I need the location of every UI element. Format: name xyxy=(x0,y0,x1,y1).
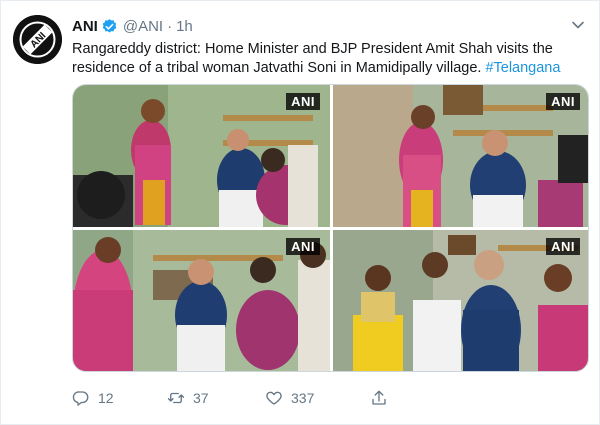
tweet-header: ANI @ANI · 1h xyxy=(72,16,193,36)
tweet-card[interactable]: ANI ANI @ANI · 1h Rangareddy district: H… xyxy=(0,0,600,425)
heart-icon xyxy=(266,391,282,405)
retweet-icon xyxy=(167,392,185,404)
watermark-ani: ANI xyxy=(286,93,320,110)
watermark-ani: ANI xyxy=(546,93,580,110)
separator-dot: · xyxy=(167,17,173,35)
chevron-down-icon[interactable] xyxy=(571,18,585,32)
share-icon xyxy=(372,390,386,405)
tweet-text: Rangareddy district: Home Minister and B… xyxy=(72,40,582,78)
verified-badge-icon xyxy=(101,18,118,35)
display-name[interactable]: ANI xyxy=(72,18,98,35)
avatar[interactable]: ANI xyxy=(13,15,62,64)
retweet-button[interactable]: 37 xyxy=(167,389,265,407)
like-count: 337 xyxy=(291,390,315,406)
user-handle[interactable]: @ANI xyxy=(123,18,163,35)
watermark-ani: ANI xyxy=(546,238,580,255)
timestamp[interactable]: 1h xyxy=(176,18,193,35)
like-button[interactable]: 337 xyxy=(265,389,370,407)
photo-2[interactable]: ANI xyxy=(333,85,588,227)
watermark-ani: ANI xyxy=(286,238,320,255)
photo-3[interactable]: ANI xyxy=(73,230,330,371)
retweet-count: 37 xyxy=(193,390,209,406)
ani-logo-icon: ANI xyxy=(13,15,62,64)
share-button[interactable] xyxy=(370,389,396,407)
reply-button[interactable]: 12 xyxy=(72,389,167,407)
tweet-actions: 12 37 337 xyxy=(72,387,452,409)
photo-4[interactable]: ANI xyxy=(333,230,588,371)
media-grid[interactable]: ANI ANI ANI ANI xyxy=(72,84,589,372)
hashtag-link[interactable]: #Telangana xyxy=(485,60,560,76)
reply-icon xyxy=(72,391,89,406)
tweet-body: Rangareddy district: Home Minister and B… xyxy=(72,41,553,76)
reply-count: 12 xyxy=(98,390,114,406)
photo-1[interactable]: ANI xyxy=(73,85,330,227)
